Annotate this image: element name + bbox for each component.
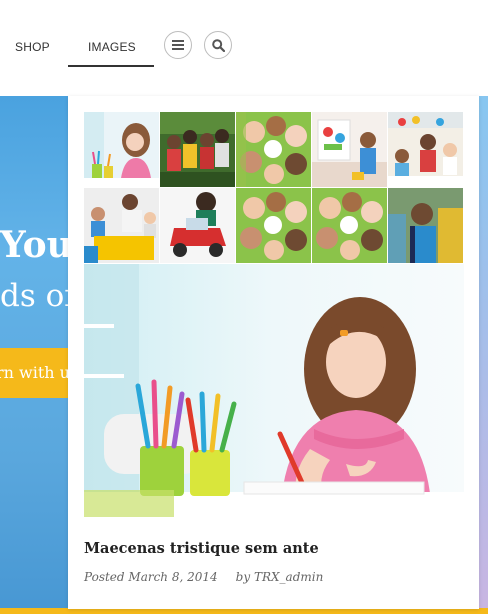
hero-subheading: ds of [0,278,76,314]
thumbnail-image [84,188,159,263]
posted-label: Posted [84,570,125,584]
post-date[interactable]: March 8, 2014 [128,570,217,584]
gallery-thumbnail[interactable] [312,188,387,263]
gallery-thumbnail[interactable] [236,112,311,187]
search-icon [211,38,225,52]
hero-heading: You [0,224,73,266]
thumbnail-image [312,112,387,187]
menu-icon [172,40,184,50]
gallery-thumbnail[interactable] [312,112,387,187]
thumbnail-image [312,188,387,263]
gallery-thumbnail[interactable] [84,188,159,263]
thumbnail-image [388,188,463,263]
active-nav-underline [68,65,154,67]
gallery-thumbnail[interactable] [388,112,463,187]
by-label: by [235,570,251,584]
menu-button[interactable] [164,31,192,59]
featured-post-image[interactable] [84,264,464,517]
thumbnail-image [236,188,311,263]
post-meta: Posted March 8, 2014 by TRX_admin [84,570,323,584]
search-button[interactable] [204,31,232,59]
gallery-thumbnail[interactable] [236,188,311,263]
images-dropdown-panel: Maecenas tristique sem ante Posted March… [68,96,479,609]
gallery-thumbnail[interactable] [84,112,159,187]
post-title[interactable]: Maecenas tristique sem ante [84,540,319,557]
gallery-thumbnail[interactable] [160,112,235,187]
nav-item-shop[interactable]: SHOP [15,40,50,54]
top-navigation: SHOP IMAGES [0,0,488,96]
gallery-thumbnail[interactable] [160,188,235,263]
thumbnail-image [388,112,463,187]
post-author[interactable]: TRX_admin [254,570,323,584]
thumbnail-image [160,112,235,187]
thumbnail-image [84,112,159,187]
gallery-thumbnail[interactable] [388,188,463,263]
image-gallery-grid [84,112,464,264]
thumbnail-image [160,188,235,263]
featured-image [84,264,464,517]
thumbnail-image [236,112,311,187]
nav-item-images[interactable]: IMAGES [88,40,136,54]
